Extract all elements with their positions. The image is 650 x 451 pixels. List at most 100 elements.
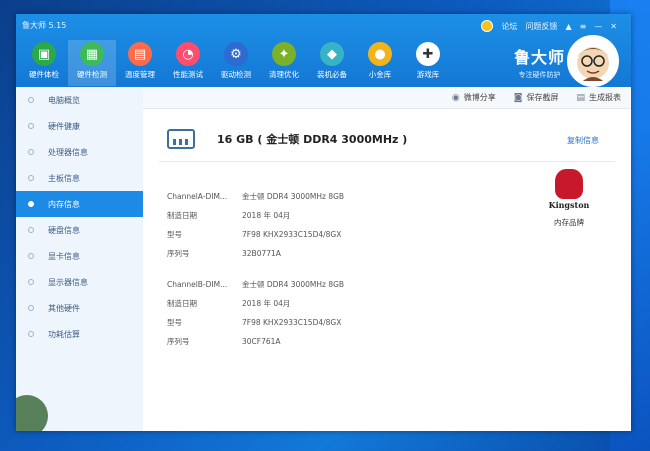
info-row: ChannelA-DIM... 金士顿 DDR4 3000MHz 8GB — [167, 187, 467, 206]
menu-icon[interactable]: ≡ — [580, 22, 587, 31]
brand: 鲁大师 专注硬件防护 — [514, 44, 565, 80]
tool-performance[interactable]: ◔ 性能测试 — [164, 40, 212, 86]
gold-icon: ● — [368, 42, 392, 66]
info-key: 序列号 — [167, 337, 190, 346]
sidebar-item-health[interactable]: 硬件健康 — [16, 113, 143, 139]
camera-icon: ◙ — [513, 92, 523, 103]
tool-essentials[interactable]: ◆ 装机必备 — [308, 40, 356, 86]
info-row: 型号 7F98 KHX2933C15D4/8GX — [167, 225, 467, 244]
info-key: 序列号 — [167, 249, 190, 258]
info-key: 制造日期 — [167, 211, 197, 220]
tool-clean[interactable]: ✦ 清理优化 — [260, 40, 308, 86]
action-bar: ◉ 微博分享 ◙ 保存截屏 ▤ 生成报表 — [143, 87, 631, 109]
tool-label: 温度管理 — [125, 70, 155, 79]
sidebar-item-motherboard[interactable]: 主板信息 — [16, 165, 143, 191]
action-label: 保存截屏 — [526, 93, 559, 102]
info-value: 32B0771A — [242, 249, 281, 258]
brand-slogan: 专注硬件防护 — [518, 71, 561, 79]
top-links: 论坛 问题反馈 ▲ ≡ — ✕ — [481, 20, 617, 32]
kingston-logo: Kingston — [545, 169, 593, 213]
tool-hardware-detect[interactable]: ▦ 硬件检测 — [68, 40, 116, 86]
toolbar: ▣ 硬件体检 ▦ 硬件检测 ▤ 温度管理 ◔ 性能测试 ⚙ 驱动检测 ✦ 清理优… — [20, 40, 452, 86]
info-key: 型号 — [167, 318, 182, 327]
sidebar-item-other[interactable]: 其他硬件 — [16, 295, 143, 321]
tool-vault[interactable]: ● 小金库 — [356, 40, 404, 86]
share-icon: ◉ — [451, 92, 460, 103]
sidebar-item-label: 硬件健康 — [48, 121, 80, 131]
tool-label: 游戏库 — [416, 70, 440, 79]
gear-icon: ⚙ — [224, 42, 248, 66]
minimize-icon[interactable]: — — [594, 22, 602, 31]
action-label: 生成报表 — [589, 93, 621, 102]
cube-icon: ◆ — [320, 42, 344, 66]
generate-report-button[interactable]: ▤ 生成报表 — [576, 92, 621, 103]
bullet-icon — [28, 123, 34, 129]
bullet-icon — [28, 149, 34, 155]
bullet-icon — [28, 227, 34, 233]
sidebar-item-label: 主板信息 — [48, 173, 80, 183]
brand-caption: 内存品牌 — [554, 218, 584, 227]
action-label: 微博分享 — [463, 93, 496, 102]
close-icon[interactable]: ✕ — [610, 22, 617, 31]
info-value: 7F98 KHX2933C15D4/8GX — [242, 318, 342, 327]
coin-icon[interactable] — [481, 20, 494, 32]
copy-info-button[interactable]: 复制信息 — [567, 135, 599, 146]
sidebar-item-label: 处理器信息 — [48, 147, 88, 157]
sidebar-item-display[interactable]: 显示器信息 — [16, 269, 143, 295]
info-row: ChannelB-DIM... 金士顿 DDR4 3000MHz 8GB — [167, 275, 467, 294]
tool-driver[interactable]: ⚙ 驱动检测 — [212, 40, 260, 86]
skin-icon[interactable]: ▲ — [565, 22, 571, 31]
chart-icon: ▤ — [128, 42, 152, 66]
tool-label: 驱动检测 — [221, 70, 251, 79]
bullet-icon — [28, 175, 34, 181]
bullet-icon — [28, 97, 34, 103]
info-value: 2018 年 04月 — [242, 211, 291, 220]
bullet-icon — [28, 305, 34, 311]
title-bar: 鲁大师 5.15 论坛 问题反馈 ▲ ≡ — ✕ ▣ 硬件体检 ▦ 硬件检测 ▤… — [16, 14, 631, 87]
bullet-icon — [28, 279, 34, 285]
sidebar-item-label: 硬盘信息 — [48, 225, 80, 235]
tool-hardware-checkup[interactable]: ▣ 硬件体检 — [20, 40, 68, 86]
tool-label: 硬件体检 — [29, 70, 59, 79]
sidebar-item-memory[interactable]: 内存信息 — [16, 191, 143, 217]
info-row: 制造日期 2018 年 04月 — [167, 206, 467, 225]
sidebar-item-power[interactable]: 功耗估算 — [16, 321, 143, 347]
sidebar-item-label: 电脑概览 — [48, 95, 80, 105]
app-title: 鲁大师 5.15 — [22, 21, 67, 30]
brand-name: 鲁大师 — [513, 48, 565, 67]
info-value: 金士顿 DDR4 3000MHz 8GB — [242, 280, 345, 289]
info-value: 金士顿 DDR4 3000MHz 8GB — [242, 192, 345, 201]
sidebar-item-gpu[interactable]: 显卡信息 — [16, 243, 143, 269]
memory-slot-a: ChannelA-DIM... 金士顿 DDR4 3000MHz 8GB 制造日期… — [167, 187, 467, 263]
memory-icon — [167, 129, 195, 149]
monitor-icon: ▣ — [32, 42, 56, 66]
tool-label: 清理优化 — [269, 70, 299, 79]
memory-brand: Kingston 内存品牌 — [545, 169, 593, 228]
chip-icon: ▦ — [80, 42, 104, 66]
speedometer-icon: ◔ — [176, 42, 200, 66]
memory-info-panel: 16 GB ( 金士顿 DDR4 3000MHz ) 复制信息 ChannelA… — [143, 109, 631, 431]
tool-label: 硬件检测 — [77, 70, 107, 79]
info-row: 型号 7F98 KHX2933C15D4/8GX — [167, 313, 467, 332]
tool-label: 性能测试 — [173, 70, 203, 79]
gamepad-icon: ✚ — [416, 42, 440, 66]
save-screenshot-button[interactable]: ◙ 保存截屏 — [514, 92, 559, 103]
sidebar-item-cpu[interactable]: 处理器信息 — [16, 139, 143, 165]
feedback-link[interactable]: 问题反馈 — [525, 21, 557, 32]
info-key: ChannelB-DIM... — [167, 280, 228, 289]
tool-label: 装机必备 — [317, 70, 347, 79]
info-value: 2018 年 04月 — [242, 299, 291, 308]
tool-games[interactable]: ✚ 游戏库 — [404, 40, 452, 86]
tool-temperature[interactable]: ▤ 温度管理 — [116, 40, 164, 86]
bullet-icon — [28, 331, 34, 337]
memory-summary-title: 16 GB ( 金士顿 DDR4 3000MHz ) — [217, 133, 408, 146]
sidebar-item-overview[interactable]: 电脑概览 — [16, 87, 143, 113]
info-row: 序列号 32B0771A — [167, 244, 467, 263]
sidebar: 电脑概览 硬件健康 处理器信息 主板信息 内存信息 硬盘信息 显卡信息 显示器信… — [16, 87, 144, 431]
forum-link[interactable]: 论坛 — [501, 21, 517, 32]
info-row: 序列号 30CF761A — [167, 332, 467, 351]
sidebar-item-disk[interactable]: 硬盘信息 — [16, 217, 143, 243]
info-key: ChannelA-DIM... — [167, 192, 228, 201]
mascot-avatar[interactable] — [567, 35, 619, 87]
weibo-share-button[interactable]: ◉ 微博分享 — [452, 92, 496, 103]
